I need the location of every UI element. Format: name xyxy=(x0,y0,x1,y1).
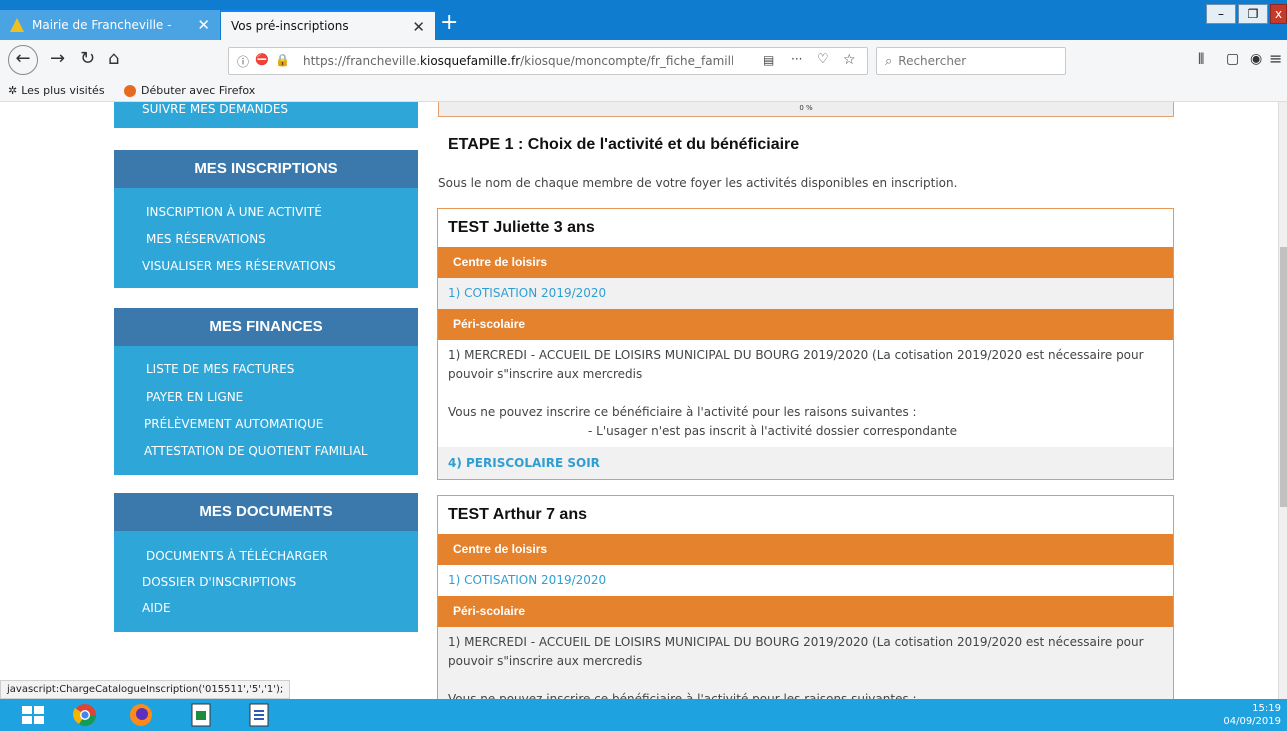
account-icon[interactable]: ◉ xyxy=(1250,49,1262,69)
activity-block-mercredi: 1) MERCREDI - ACCUEIL DE LOISIRS MUNICIP… xyxy=(438,346,1173,441)
menu-item-dossier-inscriptions[interactable]: DOSSIER D'INSCRIPTIONS xyxy=(142,575,296,589)
search-placeholder: Rechercher xyxy=(898,54,967,68)
activity-link-periscolaire-soir[interactable]: 4) PERISCOLAIRE SOIR xyxy=(448,456,600,470)
menu-icon[interactable]: ≡ xyxy=(1269,49,1282,69)
tab-title: Mairie de Francheville - xyxy=(32,18,172,32)
reader-view-icon[interactable]: ▤ xyxy=(763,53,774,67)
menu-item-suivre-demandes[interactable]: SUIVRE MES DEMANDES xyxy=(142,102,288,116)
clock-time: 15:19 xyxy=(1252,703,1281,714)
child-name: TEST Arthur 7 ans xyxy=(448,506,587,523)
activity-text-mercredi-cont: pouvoir s"inscrire aux mercredis xyxy=(448,654,643,668)
reload-icon[interactable]: ↻ xyxy=(80,49,95,69)
step-title: ETAPE 1 : Choix de l'activité et du béné… xyxy=(448,136,800,153)
tab-mairie[interactable]: Mairie de Francheville - ✕ xyxy=(0,10,220,40)
page-actions-icon[interactable]: ··· xyxy=(791,52,802,66)
progress-bar: 0 % xyxy=(438,102,1174,117)
activity-text-mercredi: 1) MERCREDI - ACCUEIL DE LOISIRS MUNICIP… xyxy=(448,635,1144,649)
firefox-icon[interactable] xyxy=(128,703,154,727)
menu-item-documents-telecharger[interactable]: DOCUMENTS À TÉLÉCHARGER xyxy=(146,549,328,563)
menu-header-documents: MES DOCUMENTS xyxy=(114,493,418,531)
bookmark-most-visited[interactable]: ✲ Les plus visités xyxy=(8,84,105,97)
firefox-icon xyxy=(124,84,136,97)
minimize-button[interactable]: – xyxy=(1206,4,1236,24)
menu-block-demandes: SUIVRE MES DEMANDES xyxy=(114,102,418,128)
lock-icon[interactable]: 🔒 xyxy=(275,53,290,67)
pocket-icon[interactable]: ♡ xyxy=(817,52,829,67)
progress-label: 0 % xyxy=(799,104,813,112)
url-text: https://francheville.kiosquefamille.fr/k… xyxy=(303,54,733,68)
windows-taskbar: 15:19 04/09/2019 xyxy=(0,699,1287,731)
menu-item-mes-reservations[interactable]: MES RÉSERVATIONS xyxy=(146,232,266,246)
status-bar: javascript:ChargeCatalogueInscription('0… xyxy=(0,680,291,699)
clock-date: 04/09/2019 xyxy=(1223,716,1281,727)
tab-pre-inscriptions[interactable]: Vos pré-inscriptions ✕ xyxy=(221,10,435,40)
chrome-icon[interactable] xyxy=(72,703,98,727)
tracking-blocked-icon[interactable]: ⛔ xyxy=(255,53,269,66)
menu-item-aide[interactable]: AIDE xyxy=(142,601,171,615)
mairie-favicon-icon xyxy=(10,18,24,32)
reason-detail: - L'usager n'est pas inscrit à l'activit… xyxy=(588,424,958,438)
search-bar[interactable]: ⌕ Rechercher xyxy=(876,47,1066,75)
close-tab-icon[interactable]: ✕ xyxy=(412,18,425,36)
scrollbar-thumb[interactable] xyxy=(1280,247,1287,507)
new-tab-button[interactable]: + xyxy=(440,12,458,34)
library-icon[interactable]: ⫴ xyxy=(1198,49,1204,69)
category-periscolaire: Péri-scolaire xyxy=(438,309,1173,340)
windows-start-icon[interactable] xyxy=(20,703,46,727)
menu-header-finances: MES FINANCES xyxy=(114,308,418,346)
menu-header-inscriptions: MES INSCRIPTIONS xyxy=(114,150,418,188)
info-icon[interactable]: ⓘ xyxy=(237,53,249,70)
bookmark-getting-started[interactable]: Débuter avec Firefox xyxy=(124,84,255,97)
close-tab-icon[interactable]: ✕ xyxy=(197,16,210,34)
menu-block-inscriptions: MES INSCRIPTIONS INSCRIPTION À UNE ACTIV… xyxy=(114,150,418,288)
activity-text-mercredi: 1) MERCREDI - ACCUEIL DE LOISIRS MUNICIP… xyxy=(448,348,1144,362)
search-icon: ⌕ xyxy=(885,53,893,69)
bookmark-label: Débuter avec Firefox xyxy=(141,84,256,97)
menu-item-payer-en-ligne[interactable]: PAYER EN LIGNE xyxy=(146,390,243,404)
activity-block-mercredi: 1) MERCREDI - ACCUEIL DE LOISIRS MUNICIP… xyxy=(438,627,1173,699)
page-content: SUIVRE MES DEMANDES MES INSCRIPTIONS INS… xyxy=(0,102,1278,699)
child-name: TEST Juliette 3 ans xyxy=(448,219,595,236)
bookmark-star-icon[interactable]: ☆ xyxy=(843,52,856,68)
activity-row: 4) PERISCOLAIRE SOIR xyxy=(438,447,1173,479)
tab-title: Vos pré-inscriptions xyxy=(231,19,349,33)
menu-item-prelevement-automatique[interactable]: PRÉLÈVEMENT AUTOMATIQUE xyxy=(144,417,323,431)
activity-link-cotisation[interactable]: 1) COTISATION 2019/2020 xyxy=(448,573,606,587)
home-icon[interactable]: ⌂ xyxy=(108,49,119,69)
forward-arrow-icon[interactable]: → xyxy=(50,49,65,69)
child-card-juliette: TEST Juliette 3 ans Centre de loisirs 1)… xyxy=(437,208,1174,480)
activity-link-cotisation[interactable]: 1) COTISATION 2019/2020 xyxy=(448,286,606,300)
activity-row: 1) COTISATION 2019/2020 xyxy=(438,565,1173,596)
reason-intro: Vous ne pouvez inscrire ce bénéficiaire … xyxy=(448,692,917,699)
step-description: Sous le nom de chaque membre de votre fo… xyxy=(438,176,958,190)
spreadsheet-icon[interactable] xyxy=(188,703,214,727)
gear-icon: ✲ xyxy=(8,84,18,97)
url-bar[interactable]: ⓘ ⛔ 🔒 https://francheville.kiosquefamill… xyxy=(228,47,868,75)
bookmarks-toolbar: ✲ Les plus visités Débuter avec Firefox xyxy=(0,80,1287,102)
menu-item-liste-factures[interactable]: LISTE DE MES FACTURES xyxy=(146,362,294,376)
category-periscolaire: Péri-scolaire xyxy=(438,596,1173,627)
menu-block-finances: MES FINANCES LISTE DE MES FACTURES PAYER… xyxy=(114,308,418,475)
menu-item-visualiser-reservations[interactable]: VISUALISER MES RÉSERVATIONS xyxy=(142,259,336,273)
document-icon[interactable] xyxy=(246,703,272,727)
tab-bar: Mairie de Francheville - ✕ Vos pré-inscr… xyxy=(0,0,1287,40)
maximize-button[interactable]: ❐ xyxy=(1238,4,1268,24)
reason-intro: Vous ne pouvez inscrire ce bénéficiaire … xyxy=(448,405,917,419)
back-arrow-icon[interactable]: ← xyxy=(8,45,38,75)
taskbar-clock[interactable]: 15:19 04/09/2019 xyxy=(1223,702,1281,728)
category-centre-loisirs: Centre de loisirs xyxy=(438,247,1173,278)
menu-block-documents: MES DOCUMENTS DOCUMENTS À TÉLÉCHARGER DO… xyxy=(114,493,418,632)
page-scrollbar[interactable] xyxy=(1278,102,1287,699)
menu-item-inscription-activite[interactable]: INSCRIPTION À UNE ACTIVITÉ xyxy=(146,205,322,219)
menu-item-attestation-quotient[interactable]: ATTESTATION DE QUOTIENT FAMILIAL xyxy=(144,444,368,458)
close-window-button[interactable]: x xyxy=(1270,4,1287,24)
category-centre-loisirs: Centre de loisirs xyxy=(438,534,1173,565)
child-card-arthur: TEST Arthur 7 ans Centre de loisirs 1) C… xyxy=(437,495,1174,699)
activity-row: 1) COTISATION 2019/2020 xyxy=(438,278,1173,309)
sidebar-toggle-icon[interactable]: ▢ xyxy=(1226,49,1239,69)
activity-text-mercredi-cont: pouvoir s"inscrire aux mercredis xyxy=(448,367,643,381)
bookmark-label: Les plus visités xyxy=(21,84,105,97)
